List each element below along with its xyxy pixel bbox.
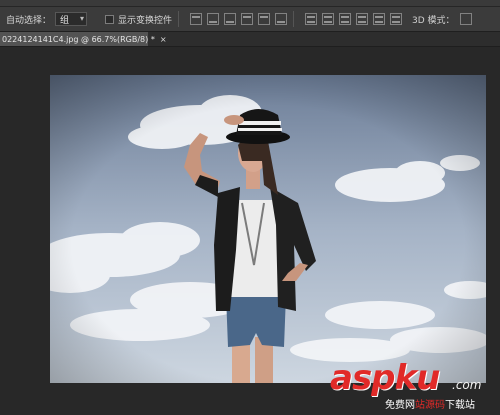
divider: [178, 11, 180, 27]
distribute-top-icon[interactable]: [305, 13, 318, 25]
auto-select-dropdown[interactable]: 组 ▾: [55, 12, 88, 26]
watermark-tagline: 免费网站源码下载站: [385, 396, 475, 411]
document-tab-title: 0224124141C4.jpg @ 66.7%(RGB/8) *: [2, 34, 155, 44]
watermark-tagline-prefix: 免费网: [385, 400, 415, 411]
menu-bar: [0, 0, 500, 7]
align-right-icon[interactable]: [275, 13, 288, 25]
align-hcenter-icon[interactable]: [258, 13, 271, 25]
close-icon[interactable]: ×: [160, 35, 167, 44]
distribute-hcenter-icon[interactable]: [373, 13, 386, 25]
watermark-tagline-highlight: 站源码: [415, 400, 445, 411]
distribute-bottom-icon[interactable]: [339, 13, 352, 25]
auto-select-value: 组: [60, 15, 70, 26]
align-left-icon[interactable]: [241, 13, 254, 25]
document-tab-bar: 0224124141C4.jpg @ 66.7%(RGB/8) * ×: [0, 32, 500, 47]
distribute-right-icon[interactable]: [390, 13, 403, 25]
align-vcenter-icon[interactable]: [207, 13, 220, 25]
distribute-left-icon[interactable]: [356, 13, 369, 25]
divider: [293, 11, 295, 27]
distribute-vcenter-icon[interactable]: [322, 13, 335, 25]
document-tab[interactable]: 0224124141C4.jpg @ 66.7%(RGB/8) * ×: [0, 32, 167, 46]
watermark-tagline-suffix: 下载站: [445, 400, 475, 411]
image-canvas[interactable]: [50, 75, 486, 383]
watermark-domain: .com: [452, 378, 482, 392]
chevron-down-icon: ▾: [80, 14, 85, 23]
3d-mode-label: 3D 模式：: [412, 15, 455, 26]
transform-controls-checkbox[interactable]: [105, 14, 115, 24]
auto-select-label: 自动选择：: [6, 15, 52, 26]
transform-controls-label: 显示变换控件: [118, 15, 173, 26]
photo-woman-with-hat: [50, 75, 486, 383]
align-bottom-icon[interactable]: [224, 13, 237, 25]
watermark-logo: aspku: [330, 358, 440, 398]
3d-rotate-icon[interactable]: [459, 13, 472, 25]
options-bar: 自动选择： 组 ▾ 显示变换控件 3D 模式：: [0, 7, 500, 32]
align-top-icon[interactable]: [190, 13, 203, 25]
